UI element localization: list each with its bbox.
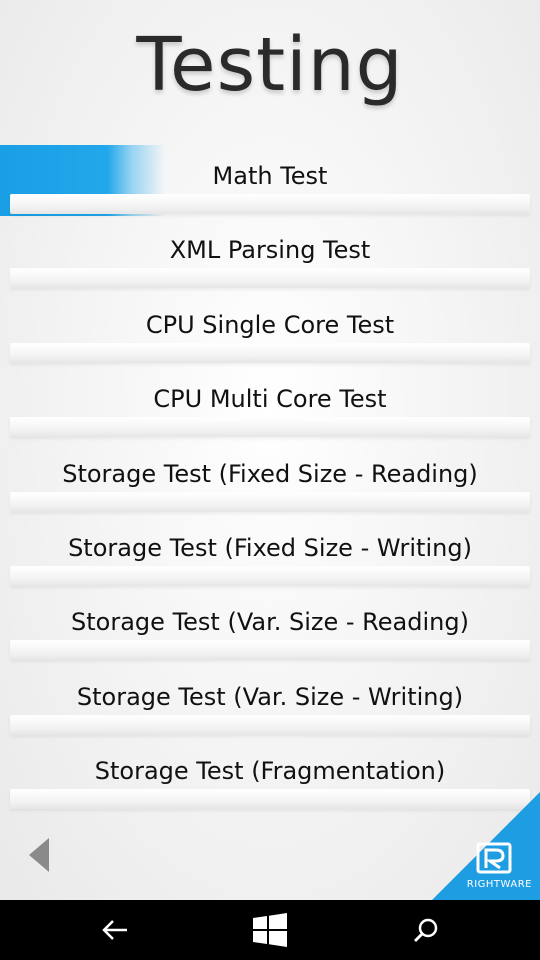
test-list: Math Test XML Parsing Test CPU Single Co…	[0, 142, 540, 812]
item-shelf	[10, 268, 530, 289]
triangle-left-icon[interactable]	[27, 836, 51, 874]
arrow-left-icon	[102, 920, 127, 940]
system-nav-bar	[0, 900, 540, 960]
item-shelf	[10, 194, 530, 214]
page-title: Testing	[136, 22, 404, 108]
test-item-storage-var-writing[interactable]: Storage Test (Var. Size - Writing)	[0, 663, 540, 737]
nav-back-button[interactable]	[75, 900, 155, 960]
test-item-storage-fixed-writing[interactable]: Storage Test (Fixed Size - Writing)	[0, 514, 540, 588]
test-item-cpu-multi-core[interactable]: CPU Multi Core Test	[0, 365, 540, 439]
item-shelf	[10, 565, 530, 586]
test-item-label: CPU Single Core Test	[145, 310, 395, 339]
item-shelf	[10, 714, 530, 735]
test-item-storage-fixed-reading[interactable]: Storage Test (Fixed Size - Reading)	[0, 440, 540, 514]
brand-label: RIGHTWARE	[466, 879, 532, 890]
item-shelf	[10, 491, 530, 512]
test-item-label: Storage Test (Fixed Size - Reading)	[62, 459, 478, 488]
app-screen: Testing Math Test XML Parsing Test CPU S…	[0, 0, 540, 900]
test-item-label: Storage Test (Fragmentation)	[94, 757, 446, 786]
test-item-label: Math Test	[212, 162, 328, 190]
test-item-label: Storage Test (Var. Size - Reading)	[71, 608, 469, 637]
test-item-label: CPU Multi Core Test	[153, 385, 387, 414]
test-item-storage-var-reading[interactable]: Storage Test (Var. Size - Reading)	[0, 588, 540, 662]
rightware-logo-corner: RIGHTWARE	[432, 792, 540, 900]
item-shelf	[10, 342, 530, 363]
rightware-logo-icon	[476, 842, 512, 874]
nav-home-button[interactable]	[230, 900, 310, 960]
test-item-math[interactable]: Math Test	[0, 142, 540, 216]
item-shelf	[10, 417, 530, 438]
search-icon	[414, 918, 438, 942]
test-item-label: Storage Test (Var. Size - Writing)	[76, 682, 464, 711]
test-item-label: Storage Test (Fixed Size - Writing)	[68, 533, 472, 562]
test-item-cpu-single-core[interactable]: CPU Single Core Test	[0, 291, 540, 365]
item-shelf	[10, 640, 530, 661]
nav-search-button[interactable]	[386, 900, 466, 960]
test-item-xml-parsing[interactable]: XML Parsing Test	[0, 216, 540, 290]
windows-logo-icon	[253, 913, 287, 947]
test-item-label: XML Parsing Test	[169, 236, 371, 265]
